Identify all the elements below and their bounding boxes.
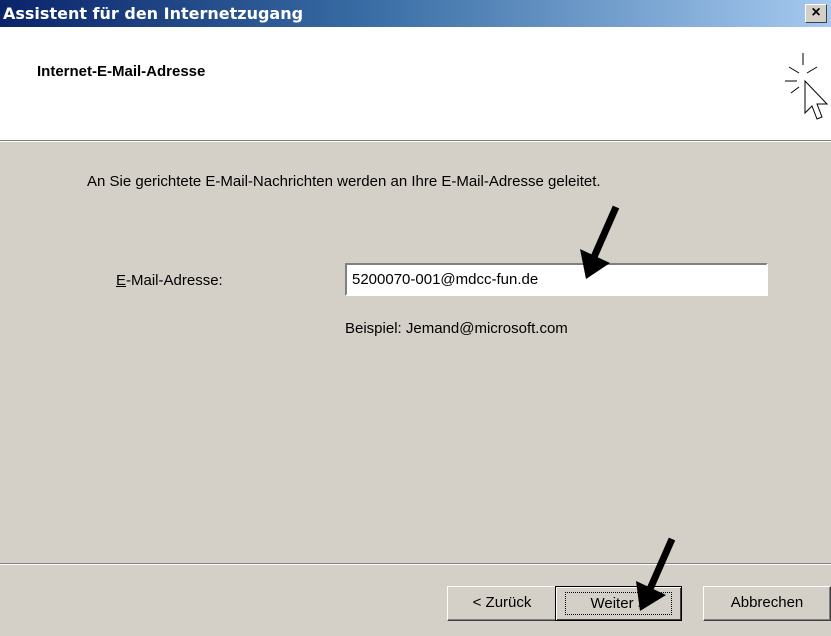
email-label: E-Mail-Adresse:	[116, 272, 223, 289]
back-button[interactable]: < Zurück	[447, 586, 557, 621]
intro-text: An Sie gerichtete E-Mail-Nachrichten wer…	[87, 173, 601, 190]
black-arrow-icon	[636, 537, 676, 611]
close-button[interactable]: ×	[805, 4, 827, 23]
cancel-button[interactable]: Abbrechen	[703, 586, 831, 621]
black-arrow-icon	[580, 205, 620, 279]
window-title: Assistent für den Internetzugang	[3, 4, 304, 23]
back-button-label: < Zurück	[472, 594, 532, 611]
footer-divider	[0, 563, 831, 565]
email-label-rest: -Mail-Adresse:	[126, 272, 223, 289]
header-divider	[0, 141, 831, 142]
email-field[interactable]	[345, 263, 768, 296]
wizard-header: Internet-E-Mail-Adresse	[0, 27, 831, 141]
email-label-mnemonic: E	[116, 272, 127, 289]
wizard-cursor-icon	[785, 53, 829, 120]
page-title: Internet-E-Mail-Adresse	[37, 63, 206, 80]
title-bar[interactable]: Assistent für den Internetzugang ×	[0, 0, 831, 27]
example-text: Beispiel: Jemand@microsoft.com	[345, 320, 568, 337]
close-icon: ×	[811, 4, 821, 21]
cancel-button-label: Abbrechen	[730, 594, 804, 611]
